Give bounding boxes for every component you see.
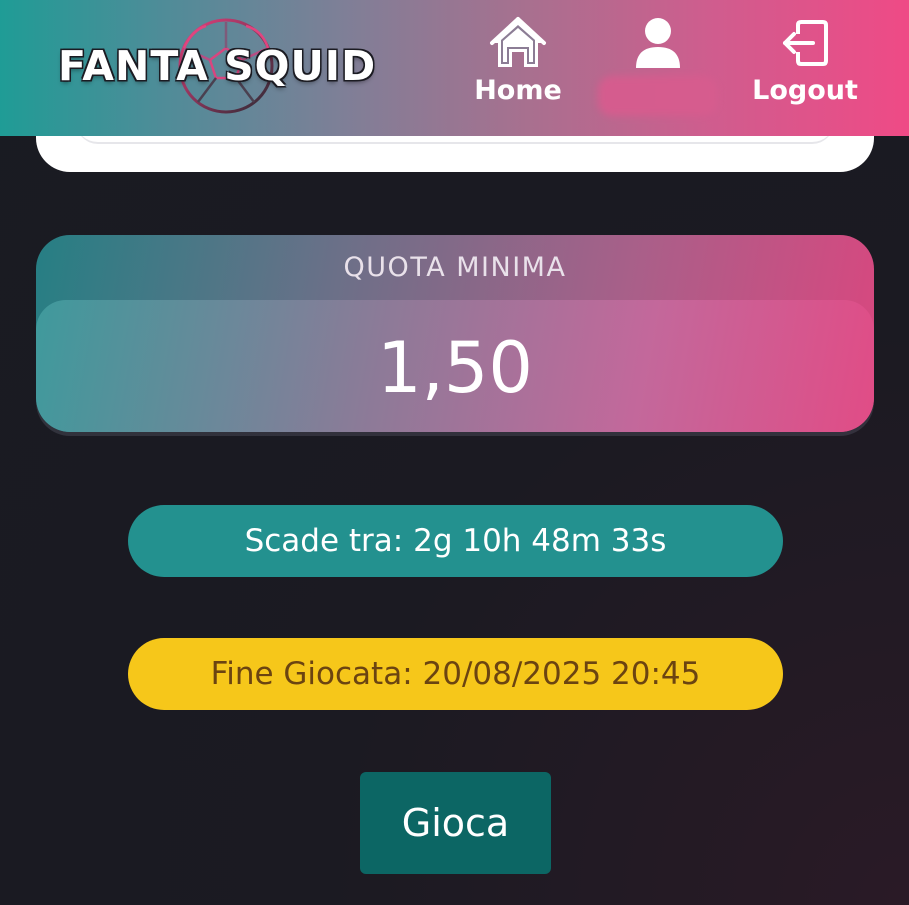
end-time-badge: Fine Giocata: 20/08/2025 20:45 [128,638,783,710]
countdown-badge: Scade tra: 2g 10h 48m 33s [128,505,783,577]
nav-home-button[interactable]: Home [468,16,568,106]
nav-home-label: Home [474,75,562,106]
app-header: FANTA SQUID Home Logout [0,0,909,136]
home-icon [468,16,568,70]
quota-value-panel: 1,50 [36,300,874,432]
app-logo[interactable]: FANTA SQUID [58,18,375,114]
logout-button[interactable]: Logout [750,16,860,106]
logout-label: Logout [752,75,858,106]
quota-card: QUOTA MINIMA 1,50 [36,235,874,432]
logo-text: FANTA SQUID [58,42,377,90]
redacted-username-blur [598,76,718,116]
logout-icon [750,16,860,70]
quota-title: QUOTA MINIMA [343,252,567,283]
play-button[interactable]: Gioca [360,772,551,874]
user-icon [618,16,698,70]
quota-value: 1,50 [377,327,533,409]
nav-profile-button[interactable] [618,16,698,76]
